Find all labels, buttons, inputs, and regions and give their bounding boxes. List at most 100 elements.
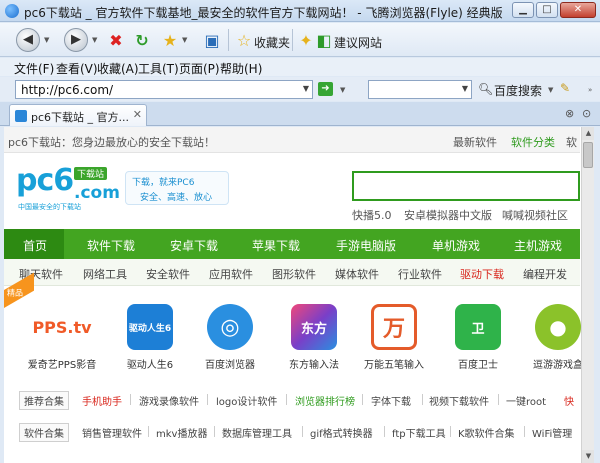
search-engine-button[interactable]: 百度搜索 (494, 82, 542, 99)
tag-separator (207, 394, 208, 405)
app-item[interactable]: ◎ 百度浏览器 (190, 304, 270, 371)
star-icon[interactable]: ★ (160, 31, 180, 51)
pen-icon[interactable]: ✎ (560, 81, 570, 95)
menu-tools[interactable]: 工具(T) (138, 60, 179, 77)
collection-tag[interactable]: 销售管理软件 (82, 425, 142, 440)
toolbar-overflow-icon[interactable]: » (588, 86, 592, 94)
address-row: http://pc6.com/ ▼ ➜ ▼ ▼ 🔍︎ 百度搜索 ▼ ✎ » (0, 77, 600, 101)
refresh-icon[interactable]: ↻ (132, 31, 152, 51)
tab-pc6[interactable]: pc6下载站 _ 官方... ✕ (9, 104, 147, 126)
app-item[interactable]: 驱动人生6 驱动人生6 (110, 304, 190, 371)
forward-button[interactable]: ▶ (64, 28, 88, 52)
site-logo[interactable]: pc6 下载站 .com 中国最安全的下载站 (16, 163, 126, 211)
game-box-icon: ● (535, 304, 581, 350)
scroll-up-icon[interactable]: ▲ (582, 127, 594, 140)
sub-nav-item[interactable]: 应用软件 (209, 266, 253, 282)
hot-link[interactable]: 喊喊视频社区 (502, 207, 568, 223)
stop-icon[interactable]: ✖ (106, 31, 126, 51)
sub-nav-item[interactable]: 网络工具 (83, 266, 127, 282)
address-url[interactable]: http://pc6.com/ (21, 83, 113, 97)
back-button[interactable]: ◀ (16, 28, 40, 52)
menu-help[interactable]: 帮助(H) (220, 60, 262, 77)
tab-list-icon[interactable]: ⊗ (565, 107, 574, 120)
search-engine-dropdown-icon[interactable]: ▼ (548, 86, 553, 94)
page-viewport: pc6下载站：您身边最放心的安全下载站！ 最新软件 软件分类 软 pc6 下载站… (4, 127, 594, 463)
sub-nav-item-drivers[interactable]: 驱动下载 (460, 266, 504, 282)
search-dropdown-icon[interactable]: ▼ (462, 84, 468, 93)
app-item[interactable]: PPS.tv 爱奇艺PPS影音 (22, 304, 102, 371)
menu-file[interactable]: 文件(F) (14, 60, 54, 77)
main-nav-mobile-games-pc[interactable]: 手游电脑版 (336, 237, 396, 254)
address-history-dropdown-icon[interactable]: ▼ (303, 84, 309, 93)
recommend-tag[interactable]: 浏览器排行榜 (295, 393, 355, 408)
browser-globe-icon: ◎ (207, 304, 253, 350)
hot-link[interactable]: 快播5.0 (352, 207, 392, 223)
app-item[interactable]: 卫 百度卫士 (438, 304, 518, 371)
sub-nav-item[interactable]: 编程开发 (523, 266, 567, 282)
recommend-tag[interactable]: 一键root (506, 393, 546, 408)
go-button[interactable]: ➜ (318, 82, 333, 96)
scroll-down-icon[interactable]: ▼ (582, 450, 594, 463)
maximize-button[interactable]: □ (536, 2, 558, 18)
tab-title: pc6下载站 _ 官方... (31, 111, 130, 124)
star-dropdown-icon[interactable]: ▼ (182, 36, 187, 44)
recommend-tag[interactable]: 手机助手 (82, 393, 122, 408)
top-link-categories[interactable]: 软件分类 (511, 134, 555, 150)
top-link-latest[interactable]: 最新软件 (453, 134, 497, 150)
menu-view[interactable]: 查看(V) (56, 60, 98, 77)
recommend-tag[interactable]: 视频下载软件 (429, 393, 489, 408)
arrow-left-icon: ◀ (23, 32, 33, 47)
collection-tag[interactable]: K歌软件合集 (458, 425, 515, 440)
main-nav-software[interactable]: 软件下载 (87, 237, 135, 254)
menu-page[interactable]: 页面(P) (179, 60, 220, 77)
app-item[interactable]: 东方 东方输入法 (274, 304, 354, 371)
main-nav-console-games[interactable]: 主机游戏 (514, 237, 562, 254)
recommend-tag[interactable]: 字体下载 (371, 393, 411, 408)
main-nav-single-games[interactable]: 单机游戏 (432, 237, 480, 254)
menu-bar: 文件(F) 查看(V) 收藏(A) 工具(T) 页面(P) 帮助(H) (0, 58, 600, 76)
collection-tag[interactable]: ftp下载工具 (392, 425, 446, 440)
close-window-button[interactable]: ✕ (560, 2, 596, 18)
recommend-tag[interactable]: 快 (564, 393, 574, 408)
favorites-button[interactable]: 收藏夹 (254, 34, 290, 51)
app-name: 百度浏览器 (205, 360, 255, 371)
hot-link[interactable]: 安卓模拟器中文版 (404, 207, 492, 223)
main-nav: 首页 软件下载 安卓下载 苹果下载 手游电脑版 单机游戏 主机游戏 (4, 229, 580, 259)
vertical-scrollbar[interactable]: ▲ ▼ (581, 127, 594, 463)
tab-close-icon[interactable]: ✕ (133, 108, 142, 121)
go-dropdown-icon[interactable]: ▼ (340, 86, 345, 94)
collections-row: 软件合集 销售管理软件 mkv播放器 数据库管理工具 gif格式转换器 ftp下… (4, 421, 580, 443)
site-search-input[interactable] (352, 171, 580, 201)
sub-nav-item[interactable]: 行业软件 (398, 266, 442, 282)
main-nav-android[interactable]: 安卓下载 (170, 237, 218, 254)
top-link-more[interactable]: 软 (566, 134, 577, 150)
forward-history-dropdown-icon[interactable]: ▼ (92, 36, 97, 44)
address-bar[interactable]: http://pc6.com/ ▼ (15, 80, 313, 99)
tag-separator (450, 426, 451, 437)
logo-pc6-text: pc6 (16, 163, 74, 198)
collection-tag[interactable]: 数据库管理工具 (222, 425, 292, 440)
app-name: 万能五笔输入 (364, 360, 424, 371)
recommend-tag[interactable]: 游戏录像软件 (139, 393, 199, 408)
picture-icon[interactable]: ▣ (202, 31, 222, 51)
main-nav-home[interactable]: 首页 (23, 237, 47, 254)
back-history-dropdown-icon[interactable]: ▼ (44, 36, 49, 44)
sub-nav-item[interactable]: 安全软件 (146, 266, 190, 282)
collection-tag[interactable]: mkv播放器 (156, 425, 207, 440)
suggest-sites-button[interactable]: 建议网站 (334, 34, 382, 51)
add-favorite-icon[interactable]: ✦ (296, 31, 316, 51)
menu-favorites[interactable]: 收藏(A) (97, 60, 139, 77)
collection-tag[interactable]: WiFi管理 (532, 425, 572, 440)
window-controls: ▁ □ ✕ (512, 2, 596, 18)
sub-nav-item[interactable]: 媒体软件 (335, 266, 379, 282)
sub-nav-item[interactable]: 图形软件 (272, 266, 316, 282)
collection-tag[interactable]: gif格式转换器 (310, 425, 373, 440)
search-input[interactable]: ▼ (368, 80, 472, 99)
app-item[interactable]: 万 万能五笔输入 (354, 304, 434, 371)
scroll-thumb[interactable] (583, 142, 593, 168)
recommend-tag[interactable]: logo设计软件 (216, 393, 277, 408)
wubi-icon: 万 (371, 304, 417, 350)
minimize-button[interactable]: ▁ (512, 2, 534, 18)
tab-menu-icon[interactable]: ⊙ (582, 107, 591, 120)
main-nav-apple[interactable]: 苹果下载 (252, 237, 300, 254)
